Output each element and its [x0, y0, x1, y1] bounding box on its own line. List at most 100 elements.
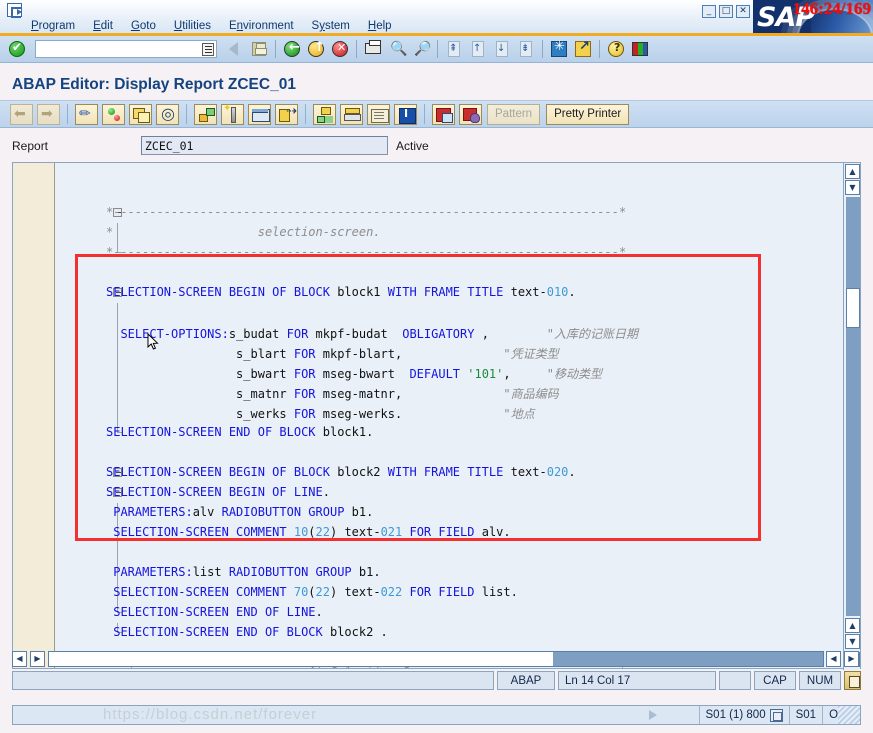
- code-line[interactable]: 99: [56, 443, 845, 463]
- back-green-icon[interactable]: [281, 38, 303, 60]
- code-lines-container[interactable]: 858687*---------------------------------…: [56, 163, 845, 668]
- menu-item-goto[interactable]: Goto: [122, 19, 165, 33]
- menu-item-utilities[interactable]: Utilities: [165, 19, 220, 33]
- create-session-icon[interactable]: [548, 38, 570, 60]
- scroll-page-up-button[interactable]: ▲: [845, 618, 860, 633]
- editor-vertical-scrollbar[interactable]: ▲ ▼ ▲ ▼: [843, 163, 860, 670]
- session-info-icon[interactable]: [769, 708, 783, 722]
- code-line[interactable]: 85: [56, 163, 845, 183]
- code-line[interactable]: 107 SELECTION-SCREEN END OF LINE.: [56, 603, 845, 623]
- check-syntax-icon[interactable]: [102, 103, 125, 125]
- documentation-list-icon[interactable]: [367, 103, 390, 125]
- status-expand-icon[interactable]: [649, 710, 657, 720]
- where-used-icon[interactable]: [275, 103, 298, 125]
- scroll-left-button-2[interactable]: ◀: [826, 651, 841, 667]
- display-object-list-icon[interactable]: [432, 103, 455, 125]
- scroll-down-button[interactable]: ▼: [845, 180, 860, 195]
- title-bar: Program Edit Goto Utilities Environment …: [0, 0, 873, 36]
- change-pencil-icon[interactable]: [75, 103, 98, 125]
- code-line[interactable]: 102 PARAMETERS:alv RADIOBUTTON GROUP b1.: [56, 503, 845, 523]
- scroll-page-down-button[interactable]: ▼: [845, 634, 860, 649]
- horizontal-scroll-thumb[interactable]: [49, 652, 553, 666]
- close-button[interactable]: ✕: [736, 5, 750, 18]
- menu-item-edit[interactable]: Edit: [84, 19, 122, 33]
- exit-yellow-icon[interactable]: [305, 38, 327, 60]
- report-name-input[interactable]: [142, 137, 387, 155]
- back-arrow-icon[interactable]: [10, 103, 33, 125]
- breakpoint-pin-icon[interactable]: [221, 103, 244, 125]
- code-line[interactable]: 101SELECTION-SCREEN BEGIN OF LINE.: [56, 483, 845, 503]
- copy-object-icon[interactable]: [129, 103, 152, 125]
- code-line[interactable]: 104: [56, 543, 845, 563]
- code-line[interactable]: 90: [56, 263, 845, 283]
- info-icon[interactable]: [394, 103, 417, 125]
- scroll-right-button[interactable]: ▶: [30, 651, 45, 667]
- resize-grip[interactable]: [838, 706, 860, 724]
- other-object-icon[interactable]: [459, 103, 482, 125]
- first-page-icon[interactable]: ⇞: [443, 38, 465, 60]
- pretty-printer-button[interactable]: Pretty Printer: [546, 103, 630, 125]
- last-page-icon[interactable]: ⇟: [515, 38, 537, 60]
- forward-arrow-icon[interactable]: [37, 103, 60, 125]
- command-field[interactable]: [35, 40, 217, 58]
- object-navigator-icon[interactable]: [194, 103, 217, 125]
- maximize-button[interactable]: □: [719, 5, 733, 18]
- customize-layout-icon[interactable]: [629, 38, 651, 60]
- editor-horizontal-scrollbar[interactable]: ◀ ▶ ◀ ▶: [12, 650, 861, 668]
- code-line[interactable]: 93 SELECT-OPTIONS:s_budat FOR mkpf-budat…: [56, 323, 845, 343]
- vertical-scroll-thumb[interactable]: [846, 288, 860, 328]
- pattern-button[interactable]: Pattern: [487, 103, 541, 125]
- create-shortcut-icon[interactable]: [572, 38, 594, 60]
- find-icon[interactable]: 🔍: [386, 38, 408, 60]
- code-line[interactable]: 96 s_matnr FOR mseg-matnr, "商品编码: [56, 383, 845, 403]
- toolbar-separator: [599, 40, 600, 58]
- activate-spiral-icon[interactable]: [156, 103, 179, 125]
- enter-check-icon[interactable]: [6, 38, 28, 60]
- code-line[interactable]: 91SELECTION-SCREEN BEGIN OF BLOCK block1…: [56, 283, 845, 303]
- code-line[interactable]: 87*-------------------------------------…: [56, 203, 845, 223]
- find-next-icon[interactable]: 🔎: [410, 38, 432, 60]
- command-dropdown-icon[interactable]: [202, 43, 214, 56]
- split-window-icon[interactable]: [248, 103, 271, 125]
- stack-icon[interactable]: [340, 103, 363, 125]
- code-line[interactable]: 94 s_blart FOR mkpf-blart, "凭证类型: [56, 343, 845, 363]
- cancel-red-icon[interactable]: [329, 38, 351, 60]
- help-icon[interactable]: [605, 38, 627, 60]
- minimize-button[interactable]: _: [702, 5, 716, 18]
- print-icon[interactable]: [362, 38, 384, 60]
- code-line[interactable]: 108 SELECTION-SCREEN END OF BLOCK block2…: [56, 623, 845, 643]
- report-row: Report Active: [0, 134, 873, 160]
- menu-item-help[interactable]: Help: [359, 19, 401, 33]
- code-editor[interactable]: 858687*---------------------------------…: [12, 162, 861, 670]
- command-input[interactable]: [38, 41, 198, 57]
- scroll-left-button[interactable]: ◀: [12, 651, 27, 667]
- vertical-scroll-track[interactable]: [846, 197, 860, 616]
- code-line[interactable]: 89*-------------------------------------…: [56, 243, 845, 263]
- code-line[interactable]: 92: [56, 303, 845, 323]
- code-line[interactable]: 106 SELECTION-SCREEN COMMENT 70(22) text…: [56, 583, 845, 603]
- menu-item-program[interactable]: Program: [22, 19, 84, 33]
- next-page-icon[interactable]: ↓: [491, 38, 513, 60]
- previous-page-icon[interactable]: ↑: [467, 38, 489, 60]
- scroll-up-button[interactable]: ▲: [845, 164, 860, 179]
- clipboard-icon[interactable]: [844, 671, 861, 690]
- code-line[interactable]: 103 SELECTION-SCREEN COMMENT 10(22) text…: [56, 523, 845, 543]
- menu-item-environment[interactable]: Environment: [220, 19, 303, 33]
- code-line[interactable]: 98SELECTION-SCREEN END OF BLOCK block1.: [56, 423, 845, 443]
- report-name-field[interactable]: [141, 136, 388, 155]
- menu-item-system[interactable]: System: [303, 19, 359, 33]
- server-indicator: S01: [788, 706, 822, 724]
- scroll-right-button-2[interactable]: ▶: [844, 651, 859, 667]
- horizontal-scroll-track[interactable]: [48, 651, 824, 667]
- code-line[interactable]: 105 PARAMETERS:list RADIOBUTTON GROUP b1…: [56, 563, 845, 583]
- system-session-indicator[interactable]: S01 (1) 800: [698, 706, 789, 724]
- back-arrow-icon[interactable]: [224, 38, 246, 60]
- toolbar-separator: [275, 40, 276, 58]
- code-line[interactable]: 86: [56, 183, 845, 203]
- code-line[interactable]: 95 s_bwart FOR mseg-bwart DEFAULT '101',…: [56, 363, 845, 383]
- hierarchy-icon[interactable]: [313, 103, 336, 125]
- save-icon[interactable]: [248, 38, 270, 60]
- code-line[interactable]: 88* selection-screen.: [56, 223, 845, 243]
- code-line[interactable]: 97 s_werks FOR mseg-werks. "地点: [56, 403, 845, 423]
- code-line[interactable]: 100SELECTION-SCREEN BEGIN OF BLOCK block…: [56, 463, 845, 483]
